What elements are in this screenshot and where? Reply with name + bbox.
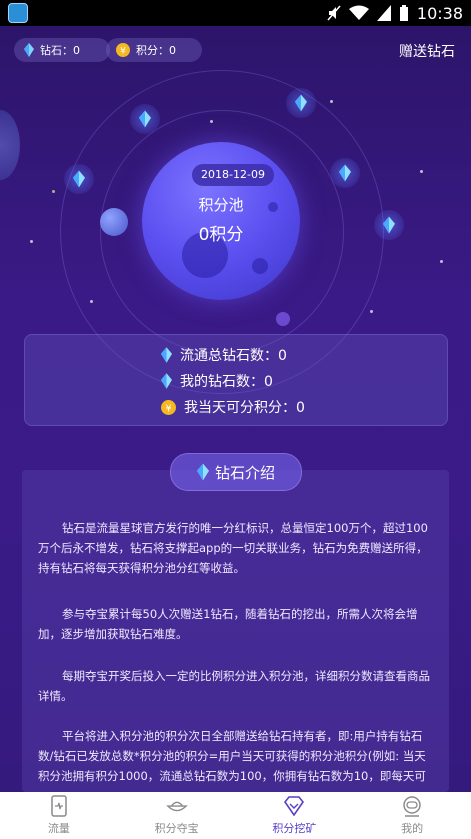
signal-icon (376, 5, 391, 21)
gift-diamond-link[interactable]: 赠送钻石 (399, 41, 455, 61)
astronaut-icon (401, 795, 423, 817)
stat-circulating-diamonds: 流通总钻石数：0 (161, 345, 287, 365)
app-notification-icon (8, 3, 28, 23)
diamond-orb-2[interactable] (286, 88, 316, 118)
nav-label: 流量 (47, 822, 70, 835)
points-balance-label: 积分：0 (136, 44, 176, 57)
pool-title: 积分池 (198, 196, 244, 214)
mute-icon (327, 5, 341, 21)
intro-paragraph: 每期夺宝开奖后投入一定的比例积分进入积分池，详细积分数请查看商品详情。 (38, 669, 430, 703)
diamond-outline-icon (283, 795, 305, 817)
battery-icon (399, 5, 408, 21)
pool-date-badge: 2018-12-09 (192, 164, 274, 186)
intro-paragraph: 钻石是流量星球官方发行的唯一分红标识，总量恒定100万个，超过100万个后永不增… (38, 521, 428, 575)
points-balance-pill[interactable]: ¥ 积分：0 (106, 38, 202, 62)
stat-label: 我的钻石数：0 (180, 374, 273, 390)
nav-item-treasure[interactable]: 积分夺宝 (118, 792, 236, 839)
status-time: 10:38 (416, 3, 463, 23)
nav-item-mine[interactable]: 我的 (353, 792, 471, 839)
points-pool-planet: 2018-12-09 积分池 0积分 (142, 142, 300, 300)
diamond-icon (24, 43, 34, 57)
status-bar: 10:38 (0, 0, 471, 26)
space-scene: 2018-12-09 积分池 0积分 (0, 60, 471, 394)
stat-daily-points: ¥ 我当天可分积分：0 (161, 397, 305, 417)
diamond-orb-1[interactable] (130, 104, 160, 134)
svg-text:¥: ¥ (165, 403, 171, 414)
small-moon (100, 208, 128, 236)
diamond-icon (196, 463, 209, 481)
stat-label: 流通总钻石数：0 (180, 348, 287, 364)
planet-left (0, 110, 20, 180)
intro-paragraph: 参与夺宝累计每50人次赠送1钻石，随着钻石的挖出，所需人次将会增加，逐步增加获取… (38, 607, 418, 641)
tiny-moon (276, 312, 290, 326)
intro-tab-label: 钻石介绍 (214, 463, 275, 482)
diamond-intro-panel: 钻石是流量星球官方发行的唯一分红标识，总量恒定100万个，超过100万个后永不增… (22, 470, 449, 792)
diamond-stats-panel: 流通总钻石数：0 我的钻石数：0 ¥ 我当天可分积分：0 (24, 334, 448, 426)
diamond-intro-tab: 钻石介绍 (170, 453, 302, 491)
bottom-nav: 流量 积分夺宝 积分挖矿 我的 (0, 792, 471, 839)
diamond-balance-label: 钻石：0 (40, 44, 80, 57)
nav-label: 积分夺宝 (154, 822, 199, 835)
svg-text:¥: ¥ (120, 47, 126, 57)
treasure-icon (165, 795, 188, 817)
stat-my-diamonds: 我的钻石数：0 (161, 371, 273, 391)
nav-item-traffic[interactable]: 流量 (0, 792, 118, 839)
diamond-icon (295, 94, 307, 112)
stat-label: 我当天可分积分：0 (184, 400, 305, 416)
nav-label: 我的 (401, 822, 424, 835)
intro-paragraph: 平台将进入积分池的积分次日全部赠送给钻石持有者，即:用户持有钻石数/钻石已发放总… (38, 729, 426, 783)
coin-icon: ¥ (116, 43, 130, 57)
nav-item-mining[interactable]: 积分挖矿 (236, 792, 354, 839)
diamond-icon (383, 216, 395, 234)
phone-icon (48, 795, 70, 817)
coin-icon: ¥ (161, 399, 176, 415)
diamond-icon (73, 170, 85, 188)
diamond-orb-4[interactable] (330, 158, 360, 188)
diamond-orb-3[interactable] (64, 164, 94, 194)
nav-label: 积分挖矿 (272, 822, 317, 835)
diamond-orb-5[interactable] (374, 210, 404, 240)
diamond-balance-pill[interactable]: 钻石：0 (14, 38, 110, 62)
diamond-icon (161, 373, 172, 389)
pool-value: 0积分 (198, 225, 244, 245)
diamond-icon (139, 110, 151, 128)
diamond-icon (339, 164, 351, 182)
wifi-icon (348, 5, 369, 20)
diamond-icon (161, 347, 172, 363)
